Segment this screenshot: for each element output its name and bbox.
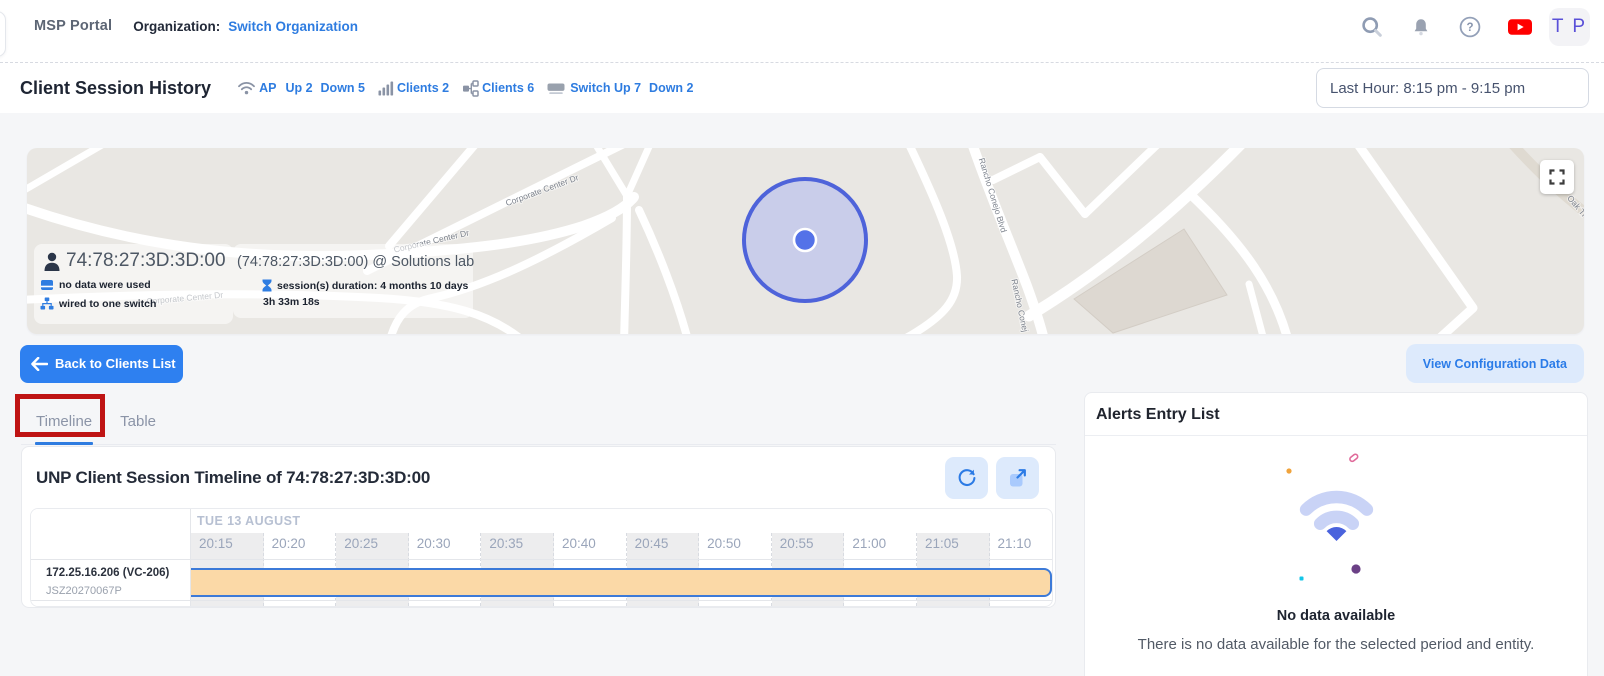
wired-clients-stats[interactable]: Clients 6: [462, 80, 534, 97]
tab-timeline[interactable]: Timeline: [36, 413, 92, 444]
open-in-new-button[interactable]: [996, 457, 1039, 499]
wired-switch-icon: [40, 297, 54, 310]
session-bar[interactable]: [191, 568, 1052, 597]
time-tick-label: 21:05: [925, 536, 959, 551]
page-title: Client Session History: [20, 78, 211, 99]
alerts-card-title: Alerts Entry List: [1085, 393, 1587, 436]
time-tick-label: 20:15: [199, 536, 233, 551]
signal-bars-icon: [378, 81, 394, 96]
timeline-card: UNP Client Session Timeline of 74:78:27:…: [21, 446, 1056, 608]
ap-up-count: Up 2: [285, 81, 312, 95]
wired-clients-count: Clients 6: [482, 81, 534, 95]
time-tick-label: 20:20: [272, 536, 306, 551]
switch-icon: [547, 81, 565, 95]
no-data-wifi-illustration: [1256, 450, 1416, 584]
open-in-new-icon: [1007, 467, 1029, 489]
data-usage-icon: [40, 279, 54, 291]
alerts-empty-state: No data available There is no data avail…: [1085, 450, 1587, 653]
page-header: Client Session History AP Up 2 Down 5 Cl…: [0, 63, 1604, 113]
time-tick-label: 20:40: [562, 536, 596, 551]
session-duration-text-2: 3h 33m 18s: [263, 296, 320, 308]
no-data-message: There is no data available for the selec…: [1085, 636, 1587, 653]
time-tick-label: 21:00: [852, 536, 886, 551]
wired-row: wired to one switch: [40, 297, 156, 310]
svg-text:?: ?: [1466, 22, 1473, 34]
topology-icon: [462, 80, 479, 97]
client-mac-title: 74:78:27:3D:3D:00: [66, 250, 226, 272]
ap-label: AP: [259, 81, 276, 95]
help-icon[interactable]: ?: [1459, 16, 1481, 38]
avatar[interactable]: T P: [1549, 8, 1590, 46]
road-label: Rancho Conejo Blvd: [977, 157, 1009, 234]
client-location-text: (74:78:27:3D:3D:00) @ Solutions lab: [237, 254, 474, 270]
location-map[interactable]: Corporate Center Dr Corporate Center Dr …: [27, 148, 1584, 334]
switch-down-count: Down 2: [649, 81, 693, 95]
time-tick-label: 20:45: [635, 536, 669, 551]
timeline-date-header: TUE 13 AUGUST: [197, 514, 300, 528]
switch-up-count: Switch Up 7: [570, 81, 641, 95]
refresh-button[interactable]: [945, 457, 988, 499]
tab-table[interactable]: Table: [120, 413, 156, 444]
content-columns: Timeline Table UNP Client Session Timeli…: [21, 394, 1588, 676]
data-usage-row: no data were used: [40, 279, 151, 291]
map-building: [1074, 229, 1227, 333]
wired-text: wired to one switch: [59, 298, 156, 310]
switch-stats[interactable]: Switch Up 7 Down 2: [547, 81, 693, 95]
search-icon[interactable]: [1361, 16, 1383, 38]
wireless-clients-count: Clients 2: [397, 81, 449, 95]
road-label: Oak Tr: [1565, 193, 1584, 219]
refresh-icon: [956, 467, 978, 489]
action-row: Back to Clients List View Configuration …: [20, 344, 1584, 383]
time-tick-label: 20:25: [344, 536, 378, 551]
alerts-card: Alerts Entry List No data available Ther…: [1084, 392, 1588, 676]
timeline-card-header: UNP Client Session Timeline of 74:78:27:…: [22, 447, 1055, 508]
organization-link[interactable]: Switch Organization: [228, 19, 358, 34]
road-label: Corporate Center Dr: [504, 172, 580, 208]
session-duration-text: session(s) duration: 4 months 10 days: [277, 280, 468, 292]
time-tick-label: 20:55: [780, 536, 814, 551]
collapsed-nav-stub[interactable]: [0, 11, 6, 57]
brand-title: MSP Portal: [34, 18, 112, 34]
time-tick-label: 20:30: [417, 536, 451, 551]
timeline-section: Timeline Table UNP Client Session Timeli…: [21, 394, 1056, 608]
alerts-section: Alerts Entry List No data available Ther…: [1084, 392, 1588, 676]
tab-bar: Timeline Table: [21, 394, 1056, 445]
timeline-row-divider: [31, 559, 1052, 560]
client-title-row: 74:78:27:3D:3D:00: [43, 250, 226, 272]
hourglass-icon: [262, 279, 272, 292]
topbar-actions: ? T P: [1361, 0, 1590, 53]
youtube-icon[interactable]: [1508, 16, 1532, 38]
timeline-row-divider-2: [31, 600, 1052, 601]
organization-label: Organization:: [133, 19, 220, 34]
time-tick-label: 20:50: [707, 536, 741, 551]
wifi-ap-icon: [237, 80, 256, 96]
time-tick-label: 20:35: [489, 536, 523, 551]
entity-stats: AP Up 2 Down 5 Clients 2 Clients 6 Switc…: [237, 80, 693, 97]
session-duration-row: session(s) duration: 4 months 10 days: [262, 279, 468, 292]
ap-down-count: Down 5: [321, 81, 365, 95]
timeline-device-cell: 172.25.16.206 (VC-206) JSZ20270067P: [31, 509, 191, 606]
data-usage-text: no data were used: [59, 279, 151, 291]
device-name: 172.25.16.206 (VC-206): [46, 567, 169, 579]
timeline-chart[interactable]: TUE 13 AUGUST 20:15 20:20 20:25 20:30 20:35 2…: [30, 508, 1053, 607]
back-to-clients-button[interactable]: Back to Clients List: [20, 345, 183, 383]
notifications-bell-icon[interactable]: [1410, 16, 1432, 38]
map-fullscreen-button[interactable]: [1540, 160, 1574, 194]
time-range-selector[interactable]: Last Hour: 8:15 pm - 9:15 pm: [1316, 68, 1589, 108]
back-button-label: Back to Clients List: [55, 356, 176, 371]
time-tick-label: 21:10: [998, 536, 1032, 551]
top-bar: MSP Portal Organization: Switch Organiza…: [0, 0, 1604, 63]
wireless-clients-stats[interactable]: Clients 2: [378, 81, 449, 96]
left-arrow-icon: [31, 357, 48, 371]
timeline-card-actions: [945, 457, 1039, 499]
fullscreen-icon: [1549, 169, 1565, 185]
no-data-title: No data available: [1085, 608, 1587, 624]
timeline-card-title: UNP Client Session Timeline of 74:78:27:…: [36, 468, 430, 488]
person-icon: [43, 252, 61, 271]
client-location-marker[interactable]: [744, 179, 866, 301]
ap-stats[interactable]: AP Up 2 Down 5: [237, 80, 365, 96]
view-configuration-button[interactable]: View Configuration Data: [1406, 344, 1584, 383]
device-serial: JSZ20270067P: [46, 585, 122, 597]
